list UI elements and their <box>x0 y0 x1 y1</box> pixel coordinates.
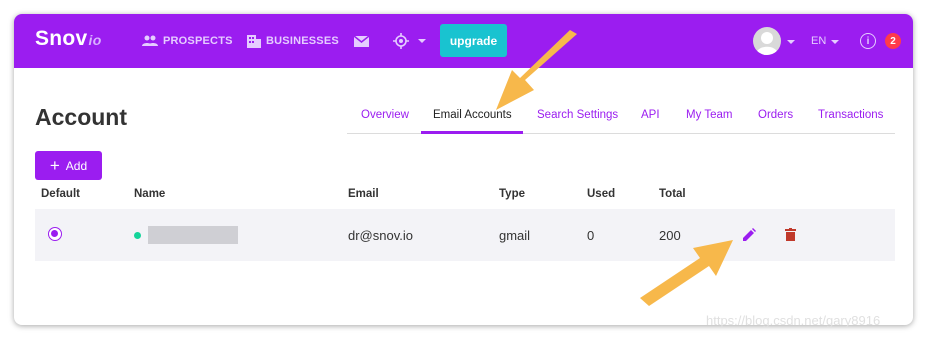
nav-prospects-label: PROSPECTS <box>163 35 233 47</box>
notification-badge[interactable]: 2 <box>885 33 901 49</box>
used-cell: 0 <box>587 228 595 243</box>
user-icon <box>756 32 778 55</box>
avatar[interactable] <box>753 27 781 55</box>
nav-businesses-label: BUSINESSES <box>266 35 339 47</box>
add-button[interactable]: + Add <box>35 151 102 180</box>
nav-prospects[interactable]: PROSPECTS <box>142 33 233 49</box>
trash-icon <box>784 227 796 241</box>
nav-email[interactable] <box>354 33 374 49</box>
active-tab-indicator <box>421 131 523 134</box>
tab-api[interactable]: API <box>641 109 660 121</box>
column-header-type: Type <box>499 188 525 200</box>
column-header-email: Email <box>348 188 379 200</box>
mail-icon <box>354 35 369 47</box>
plus-icon: + <box>49 156 60 175</box>
type-cell: gmail <box>499 228 531 243</box>
tab-my-team[interactable]: My Team <box>686 109 732 121</box>
logo-text: Snov <box>35 27 88 50</box>
tab-orders[interactable]: Orders <box>758 109 793 121</box>
account-name-redacted <box>148 226 238 244</box>
column-header-name: Name <box>134 188 166 200</box>
edit-button[interactable] <box>740 225 758 243</box>
default-radio[interactable] <box>48 227 62 241</box>
app-window: Snovio PROSPECTS BUSINESSES upgrade EN i… <box>14 14 913 325</box>
tab-transactions[interactable]: Transactions <box>818 109 883 121</box>
language-selector[interactable]: EN <box>811 35 826 47</box>
info-glyph: i <box>866 35 870 47</box>
target-icon <box>393 33 409 49</box>
watermark: https://blog.csdn.net/gary8916 <box>706 313 881 328</box>
tab-overview[interactable]: Overview <box>361 109 409 121</box>
building-icon <box>247 34 261 48</box>
account-tabs: Overview Email Accounts Search Settings … <box>347 102 895 134</box>
logo-suffix: io <box>88 32 102 48</box>
top-navbar: Snovio PROSPECTS BUSINESSES upgrade EN i… <box>14 14 913 68</box>
nav-tools-dropdown[interactable] <box>393 33 426 49</box>
annotation-arrow-icon <box>640 240 733 306</box>
people-icon <box>142 35 158 46</box>
delete-button[interactable] <box>781 225 799 243</box>
column-header-total: Total <box>659 188 686 200</box>
chevron-down-icon <box>418 39 426 43</box>
language-label: EN <box>811 35 827 47</box>
pencil-icon <box>742 227 756 241</box>
annotation-arrow-icon <box>496 30 577 110</box>
add-button-label: Add <box>65 158 88 173</box>
nav-businesses[interactable]: BUSINESSES <box>247 33 339 49</box>
chevron-down-icon[interactable] <box>787 40 795 44</box>
email-cell: dr@snov.io <box>348 228 413 243</box>
page-title: Account <box>35 104 127 130</box>
chevron-down-icon[interactable] <box>831 40 839 44</box>
column-header-used: Used <box>587 188 616 200</box>
status-indicator <box>134 232 141 239</box>
logo[interactable]: Snovio <box>35 27 102 51</box>
column-header-default: Default <box>41 188 80 200</box>
info-icon[interactable]: i <box>860 33 876 49</box>
